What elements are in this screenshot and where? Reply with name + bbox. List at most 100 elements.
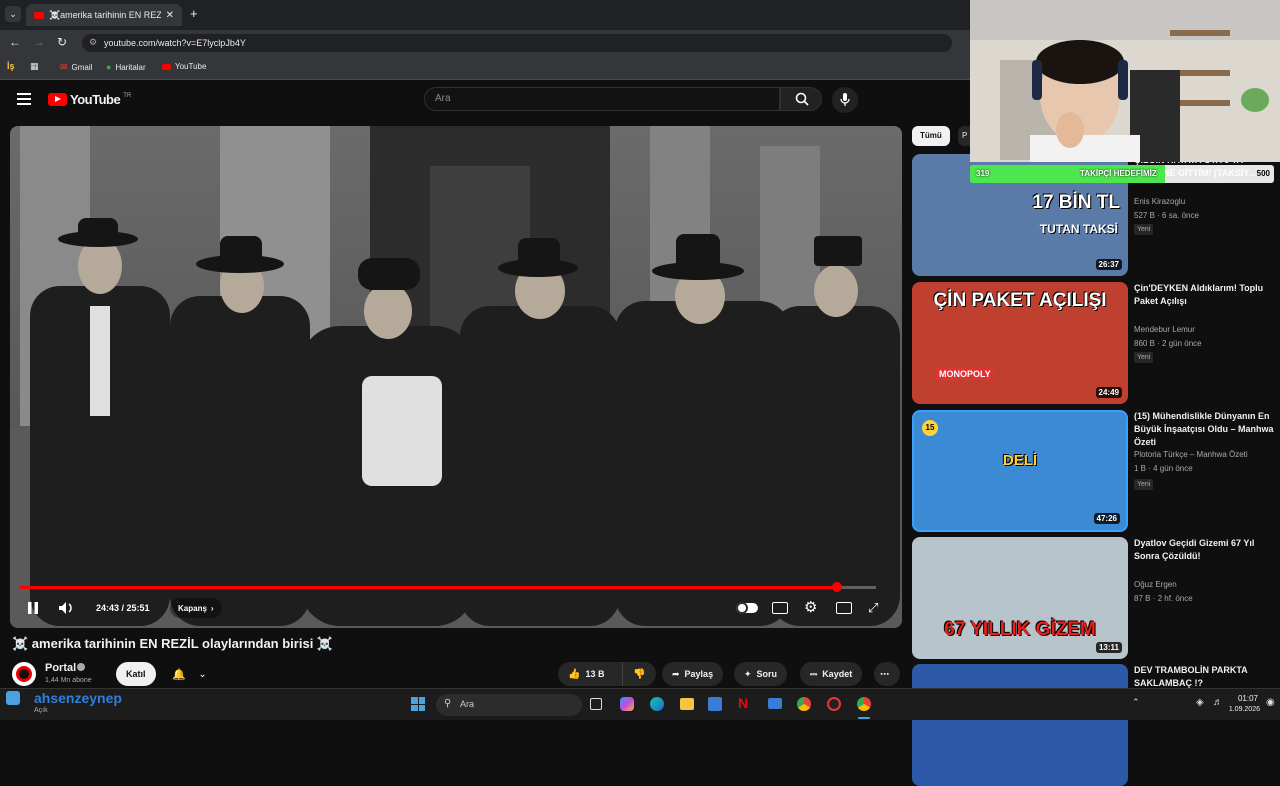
notification-icon[interactable]: ◉ [1266, 697, 1275, 708]
join-button[interactable]: Katıl [116, 662, 156, 686]
menu-icon[interactable] [17, 93, 31, 105]
bookmark-youtube[interactable]: YouTube [162, 62, 206, 71]
recommendation-channel[interactable]: Enis Kirazoglu [1134, 197, 1185, 206]
recommendation-card[interactable]: DEV TRAMBOLİN PARKTA SAKLAMBAÇ !? [912, 664, 1272, 786]
new-tab-button[interactable]: + [190, 6, 198, 21]
store-icon[interactable] [708, 697, 722, 711]
like-button[interactable]: 👍 13 B [558, 662, 622, 686]
pause-button[interactable] [24, 598, 42, 618]
recommendation-title[interactable]: (15) Mühendislikle Dünyanın En Büyük İnş… [1134, 410, 1274, 449]
time-display: 24:43 / 25:51 [96, 603, 150, 613]
channel-avatar[interactable] [12, 662, 36, 686]
autoplay-toggle[interactable] [736, 602, 758, 614]
recommendation-card[interactable]: ÇİN PAKET AÇILIŞI MONOPOLY 24:49 Çin'DEYKEN… [912, 282, 1272, 404]
thumbnail-headline: ÇİN PAKET AÇILIŞI [933, 290, 1107, 311]
search-input[interactable]: Ara [424, 87, 780, 111]
thumbnail-subtext: TUTAN TAKSİ [1039, 222, 1118, 236]
tab-list-button[interactable]: ⌄ [5, 6, 21, 22]
gmail-icon: ✉ [60, 62, 68, 72]
close-tab-icon[interactable]: ✕ [166, 10, 174, 21]
save-button[interactable]: ⎓ Kaydet [800, 662, 863, 686]
tray-chevron-icon[interactable]: ⌃ [1132, 697, 1140, 708]
start-button[interactable] [411, 697, 425, 711]
recommendation-title[interactable]: Çin'DEYKEN Aldıklarım! Toplu Paket Açılı… [1134, 282, 1274, 308]
chapter-label: Kapanş [178, 603, 207, 613]
profile-icon[interactable]: İş [7, 61, 15, 71]
dislike-button[interactable]: 👎 [622, 662, 656, 686]
search-icon [795, 92, 809, 106]
chevron-right-icon: › [210, 603, 214, 613]
chrome-icon[interactable] [797, 697, 811, 711]
autoplay-knob [736, 602, 748, 614]
recommendation-stats: 860 B · 2 gün önce [1134, 339, 1202, 348]
app-icon[interactable] [827, 697, 841, 711]
task-view-icon[interactable] [590, 698, 602, 710]
recommendation-title[interactable]: Dyatlov Geçidi Gizemi 67 Yıl Sonra Çözül… [1134, 537, 1274, 563]
map-pin-icon: ● [106, 62, 112, 72]
video-thumbnail[interactable]: DELİ 15 47:26 [912, 410, 1128, 532]
copilot-icon[interactable] [620, 697, 634, 711]
video-player[interactable]: 24:43 / 25:51 Kapanş › ⚙ ⤢ [10, 126, 902, 628]
share-button[interactable]: ➦ Paylaş [662, 662, 724, 686]
explorer-icon[interactable] [680, 698, 694, 710]
recommendation-channel[interactable]: Oğuz Ergen [1134, 580, 1177, 589]
subtitles-icon[interactable] [772, 602, 788, 614]
chrome-active-icon[interactable] [857, 697, 871, 711]
progress-track[interactable] [20, 582, 876, 592]
duration-badge: 13:11 [1095, 642, 1122, 653]
bookmark-maps[interactable]: ● Haritalar [106, 62, 146, 72]
volume-icon[interactable]: ♬ [1213, 697, 1223, 708]
network-icon[interactable]: ◈ [1196, 697, 1204, 708]
subscribe-bell-button[interactable]: 🔔 ⌄ [162, 662, 216, 686]
voice-search-button[interactable] [832, 87, 858, 113]
site-info-icon[interactable]: ⚙ [89, 37, 97, 48]
youtube-logo[interactable]: YouTube TR [48, 92, 131, 107]
channel-name[interactable]: Portal [45, 662, 76, 674]
recommendation-stats: 1 B · 4 gün önce [1134, 464, 1193, 473]
duration-badge: 26:37 [1095, 259, 1122, 270]
ask-button[interactable]: ✦ Soru [734, 662, 788, 686]
recommendation-channel[interactable]: Mendebur Lemur [1134, 325, 1195, 334]
address-bar[interactable]: ⚙ youtube.com/watch?v=E7lyclpJb4Y [82, 34, 952, 52]
bookmark-gmail[interactable]: ✉ Gmail [60, 62, 92, 73]
clock-date[interactable]: 1.09.2026 [1226, 706, 1260, 713]
video-thumbnail[interactable] [912, 664, 1128, 786]
chip-all[interactable]: Tümü [912, 126, 950, 146]
recommendation-card[interactable]: 67 YILLIK GİZEM 13:11 Dyatlov Geçidi Gizem… [912, 537, 1272, 659]
video-thumbnail[interactable]: 67 YILLIK GİZEM 13:11 [912, 537, 1128, 659]
recommendation-title[interactable]: DEV TRAMBOLİN PARKTA SAKLAMBAÇ !? [1134, 664, 1274, 690]
thumbnail-headline: DELİ [1002, 452, 1038, 469]
forward-icon[interactable]: → [33, 35, 45, 49]
apps-grid-icon[interactable]: ▦ [30, 61, 39, 72]
more-actions-button[interactable]: ⋯ [874, 662, 900, 686]
user-widget[interactable] [6, 691, 20, 705]
reload-icon[interactable]: ↻ [57, 35, 67, 49]
browser-tab[interactable]: ☠️amerika tarihinin EN REZ... ✕ [26, 4, 182, 26]
settings-icon[interactable]: ⚙ [804, 598, 817, 616]
chapter-button[interactable]: Kapanş › [170, 598, 222, 618]
goal-target: 500 [1256, 169, 1270, 178]
edge-icon[interactable] [650, 697, 664, 711]
region-code: TR [123, 92, 132, 99]
taskbar-search[interactable]: ⚲ Ara [436, 694, 582, 716]
back-icon[interactable]: ← [9, 35, 21, 49]
search-button[interactable] [780, 87, 822, 111]
streamer-camera-image [970, 0, 1280, 162]
theater-mode-icon[interactable] [836, 602, 852, 614]
recommendation-channel[interactable]: Plotoria Türkçe – Manhwa Özeti [1134, 450, 1248, 459]
recommendation-card[interactable]: DELİ 15 47:26 (15) Mühendislikle Dünyanın E… [912, 410, 1274, 532]
follower-goal-bar: 319 TAKİPÇİ HEDEFİMİZ 500 [970, 165, 1274, 183]
fullscreen-icon[interactable]: ⤢ [868, 600, 878, 616]
volume-button[interactable] [56, 598, 76, 618]
video-frame-photo [10, 126, 902, 628]
url-text: youtube.com/watch?v=E7lyclpJb4Y [104, 38, 246, 48]
windows-taskbar: ahsenzeynep Açık ⚲ Ara N ⌃ ◈ ♬ 01:07 1.0… [0, 688, 1280, 720]
thumbnail-headline: 67 YILLIK GİZEM [944, 619, 1096, 640]
chevron-down-icon: ⌄ [198, 668, 207, 679]
goal-current: 319 [976, 169, 990, 178]
mail-icon[interactable] [768, 698, 782, 709]
webcam-overlay [970, 0, 1280, 162]
netflix-icon[interactable]: N [738, 695, 748, 711]
clock-time[interactable]: 01:07 [1228, 694, 1258, 703]
video-thumbnail[interactable]: ÇİN PAKET AÇILIŞI MONOPOLY 24:49 [912, 282, 1128, 404]
